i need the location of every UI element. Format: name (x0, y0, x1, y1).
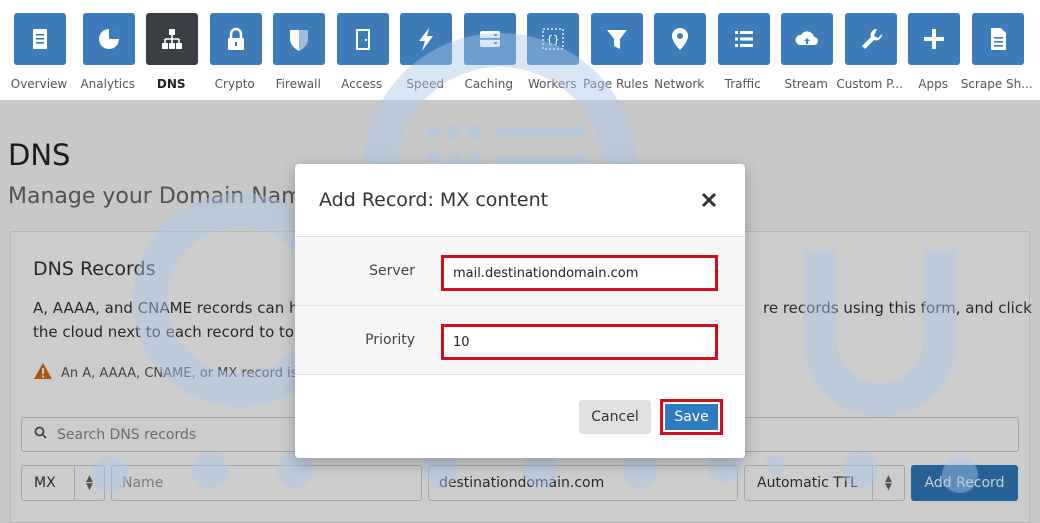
nav-item-apps[interactable]: Apps (895, 0, 961, 100)
lock-icon (209, 13, 262, 65)
cloud-upload-icon (781, 13, 834, 65)
location-pin-icon (654, 13, 707, 65)
nav-item-scrape-sh[interactable]: Scrape Sh... (959, 0, 1033, 100)
cancel-button[interactable]: Cancel (579, 400, 651, 434)
priority-value: 10 (453, 334, 470, 350)
wrench-icon (844, 13, 897, 65)
priority-input[interactable]: 10 (441, 324, 718, 360)
nav-item-custom-p[interactable]: Custom P... (832, 0, 903, 100)
server-icon (463, 13, 516, 65)
nav-item-page-rules[interactable]: Page Rules (578, 0, 648, 100)
nav-item-caching[interactable]: Caching (451, 0, 516, 100)
modal-title: Add Record: MX content (319, 189, 549, 211)
shield-icon (273, 13, 326, 65)
nav-item-network[interactable]: Network (641, 0, 707, 100)
document-icon (14, 13, 66, 65)
save-button[interactable]: Save (665, 404, 718, 430)
filter-icon (590, 13, 643, 65)
plus-icon (908, 13, 961, 65)
nav-item-firewall[interactable]: Firewall (260, 0, 326, 100)
nav-item-speed[interactable]: Speed (387, 0, 453, 100)
server-field-row: Server mail.destinationdomain.com (295, 238, 745, 306)
top-navigation: Overview Analytics DNS Crypto Firewall Access… (0, 0, 1040, 100)
server-value: mail.destinationdomain.com (453, 265, 639, 281)
door-icon (336, 13, 389, 65)
priority-field-row: Priority 10 (295, 307, 745, 375)
page-icon (971, 13, 1024, 65)
nav-item-stream[interactable]: Stream (768, 0, 834, 100)
nav-item-access[interactable]: Access (324, 0, 389, 100)
svg-text:{}: {} (547, 33, 560, 46)
add-record-modal: Add Record: MX content Server mail.desti… (295, 164, 745, 458)
nav-item-label: Scrape Sh... (960, 77, 1033, 91)
nav-item-workers[interactable]: {} Workers (514, 0, 580, 100)
modal-body: Server mail.destinationdomain.com Priori… (295, 238, 745, 375)
network-icon (146, 13, 199, 65)
save-button-highlight: Save (660, 399, 723, 435)
lightning-icon (400, 13, 453, 65)
modal-footer: Cancel Save (295, 376, 745, 458)
pie-chart-icon (82, 13, 135, 65)
close-icon[interactable] (695, 186, 723, 214)
nav-item-dns[interactable]: DNS (133, 0, 199, 100)
list-icon (717, 13, 770, 65)
modal-header: Add Record: MX content (295, 164, 745, 237)
nav-item-analytics[interactable]: Analytics (70, 0, 135, 100)
nav-item-crypto[interactable]: Crypto (197, 0, 262, 100)
code-braces-icon: {} (527, 13, 580, 65)
nav-item-overview[interactable]: Overview (0, 0, 70, 100)
priority-label: Priority (365, 332, 415, 348)
server-label: Server (369, 263, 415, 279)
server-input[interactable]: mail.destinationdomain.com (441, 255, 718, 291)
nav-item-traffic[interactable]: Traffic (705, 0, 770, 100)
